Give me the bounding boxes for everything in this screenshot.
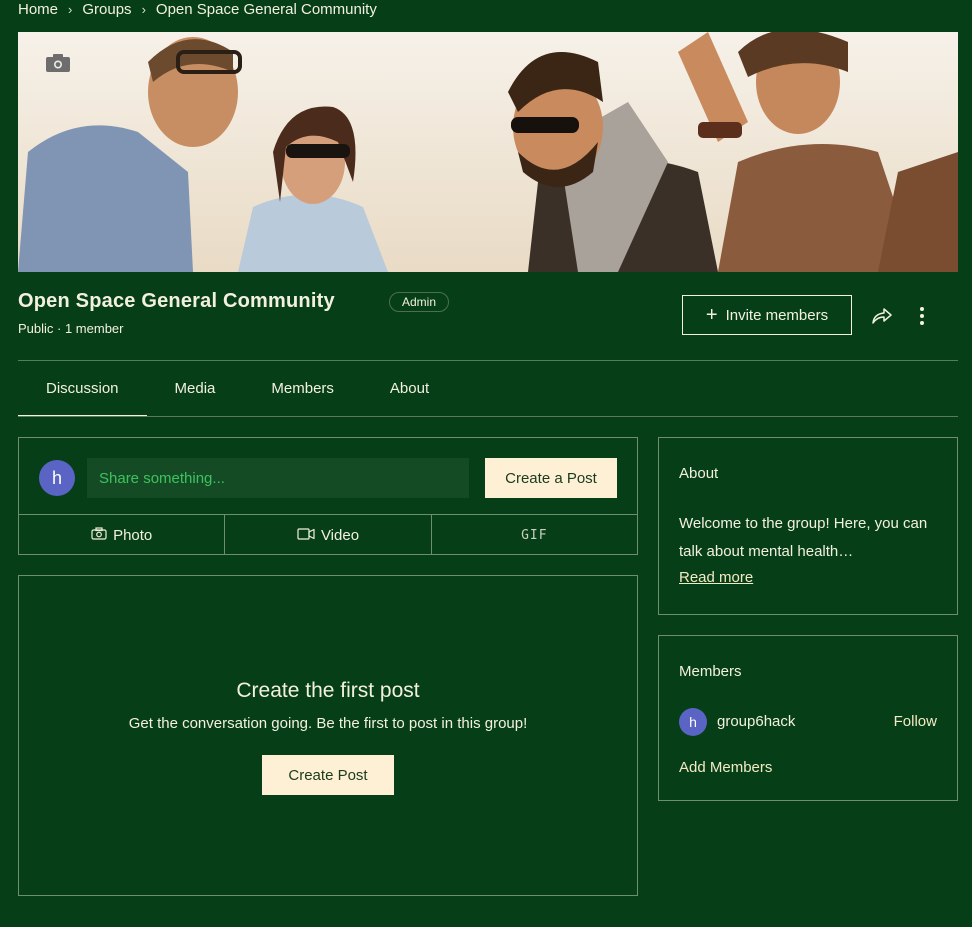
video-label: Video [320, 526, 360, 544]
more-options-icon[interactable] [916, 306, 928, 326]
camera-icon [91, 526, 107, 544]
about-card: About Welcome to the group! Here, you ca… [658, 437, 958, 615]
empty-feed: Create the first post Get the conversati… [18, 575, 638, 896]
tab-discussion[interactable]: Discussion [18, 361, 147, 417]
tab-media[interactable]: Media [147, 361, 244, 416]
chevron-right-icon: › [141, 1, 146, 17]
photo-label: Photo [113, 526, 153, 544]
member-name[interactable]: group6hack [717, 713, 795, 730]
create-post-button[interactable]: Create Post [262, 755, 394, 795]
gif-button[interactable]: GIF [430, 515, 637, 555]
empty-subtitle: Get the conversation going. Be the first… [128, 715, 528, 732]
avatar: h [39, 460, 75, 496]
camera-icon[interactable] [46, 54, 70, 72]
breadcrumb-current: Open Space General Community [155, 0, 377, 18]
share-icon[interactable] [871, 306, 893, 326]
tab-members[interactable]: Members [243, 361, 362, 416]
read-more-link[interactable]: Read more [679, 569, 753, 586]
photo-button[interactable]: Photo [19, 515, 224, 555]
tab-about[interactable]: About [362, 361, 457, 416]
group-tabs: Discussion Media Members About [18, 361, 457, 417]
breadcrumb: Home › Groups › Open Space General Commu… [18, 0, 377, 18]
cover-image [18, 32, 958, 272]
invite-members-button[interactable]: + Invite members [682, 295, 852, 335]
video-button[interactable]: Video [224, 515, 430, 555]
follow-button[interactable]: Follow [894, 713, 937, 730]
avatar[interactable]: h [679, 708, 707, 736]
plus-icon: + [705, 304, 718, 326]
members-title: Members [679, 663, 742, 680]
about-text: Welcome to the group! Here, you can talk… [679, 515, 928, 560]
breadcrumb-home[interactable]: Home [18, 1, 58, 18]
empty-title: Create the first post [236, 679, 420, 702]
members-card: Members h group6hack Follow Add Members [658, 635, 958, 801]
breadcrumb-groups[interactable]: Groups [82, 1, 131, 18]
about-title: About [679, 465, 719, 482]
group-title: Open Space General Community [18, 290, 335, 312]
video-icon [297, 527, 315, 544]
add-members-link[interactable]: Add Members [679, 759, 772, 776]
share-input[interactable] [87, 458, 469, 498]
media-options: Photo Video GIF [19, 514, 637, 555]
tabs-divider [18, 416, 958, 417]
invite-members-label: Invite members [725, 306, 829, 324]
chevron-right-icon: › [68, 1, 73, 17]
admin-badge: Admin [389, 292, 450, 312]
create-a-post-button[interactable]: Create a Post [485, 458, 617, 498]
gif-label: GIF [521, 527, 548, 543]
group-meta: Public · 1 member [18, 321, 124, 336]
post-composer: h Create a Post Photo Video GI [18, 437, 638, 555]
